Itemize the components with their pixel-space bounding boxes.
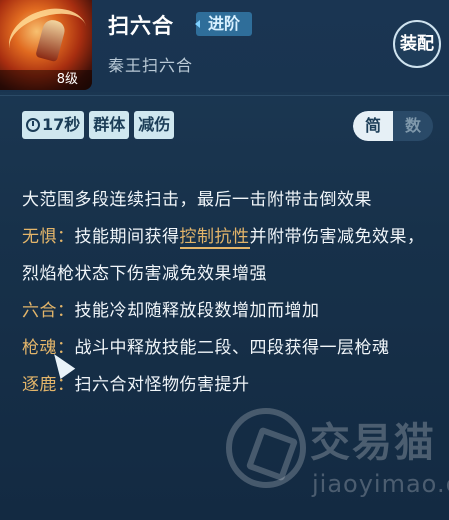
watermark-en: jiaoyimao.com bbox=[312, 470, 449, 498]
aoe-tag: 群体 bbox=[89, 111, 130, 139]
effect-label: 逐鹿： bbox=[22, 375, 75, 395]
header-divider bbox=[0, 95, 449, 96]
skill-description: 大范围多段连续扫击，最后一击附带击倒效果 无惧：技能期间获得控制抗性并附带伤害减… bbox=[22, 182, 440, 404]
skill-level: 8级 bbox=[0, 70, 92, 90]
main-description: 大范围多段连续扫击，最后一击附带击倒效果 bbox=[22, 190, 372, 210]
toggle-simple[interactable]: 简 bbox=[353, 111, 393, 141]
cat-logo-icon bbox=[226, 408, 306, 488]
watermark-cn: 交易猫 bbox=[310, 420, 436, 466]
effect-text: 战斗中释放技能二段、四段获得一层枪魂 bbox=[74, 338, 390, 358]
equip-button[interactable]: 装配 bbox=[393, 20, 441, 68]
skill-icon[interactable]: 8级 bbox=[0, 0, 92, 90]
view-mode-toggle[interactable]: 简 数 bbox=[353, 111, 433, 141]
effect-text: 技能冷却随释放段数增加而增加 bbox=[74, 301, 320, 321]
cooldown-text: 17秒 bbox=[42, 115, 81, 134]
skill-tags: 17秒 群体 减伤 bbox=[22, 111, 175, 139]
control-resist-link[interactable]: 控制抗性 bbox=[179, 227, 250, 249]
effect-text-before: 技能期间获得 bbox=[74, 227, 180, 247]
skill-name: 扫六合 bbox=[108, 14, 174, 38]
effect-text: 扫六合对怪物伤害提升 bbox=[74, 375, 250, 395]
effect-qianghun: 枪魂：战斗中释放技能二段、四段获得一层枪魂 bbox=[22, 330, 440, 367]
cooldown-tag: 17秒 bbox=[22, 111, 85, 139]
clock-icon bbox=[26, 118, 40, 132]
effect-label: 无惧： bbox=[22, 227, 75, 247]
effect-label: 六合： bbox=[22, 301, 75, 321]
effect-liuhe: 六合：技能冷却随释放段数增加而增加 bbox=[22, 293, 440, 330]
skill-subtitle: 秦王扫六合 bbox=[108, 56, 194, 75]
effect-wuju: 无惧：技能期间获得控制抗性并附带伤害减免效果，烈焰枪状态下伤害减免效果增强 bbox=[22, 219, 440, 293]
advance-button[interactable]: 进阶 bbox=[196, 12, 253, 36]
skill-header: 8级 扫六合 进阶 秦王扫六合 装配 bbox=[0, 0, 449, 92]
effect-label: 枪魂： bbox=[22, 338, 75, 358]
toggle-numeric[interactable]: 数 bbox=[393, 111, 433, 141]
watermark: 交易猫 jiaoyimao.com bbox=[226, 398, 449, 508]
damage-reduction-tag: 减伤 bbox=[134, 111, 175, 139]
